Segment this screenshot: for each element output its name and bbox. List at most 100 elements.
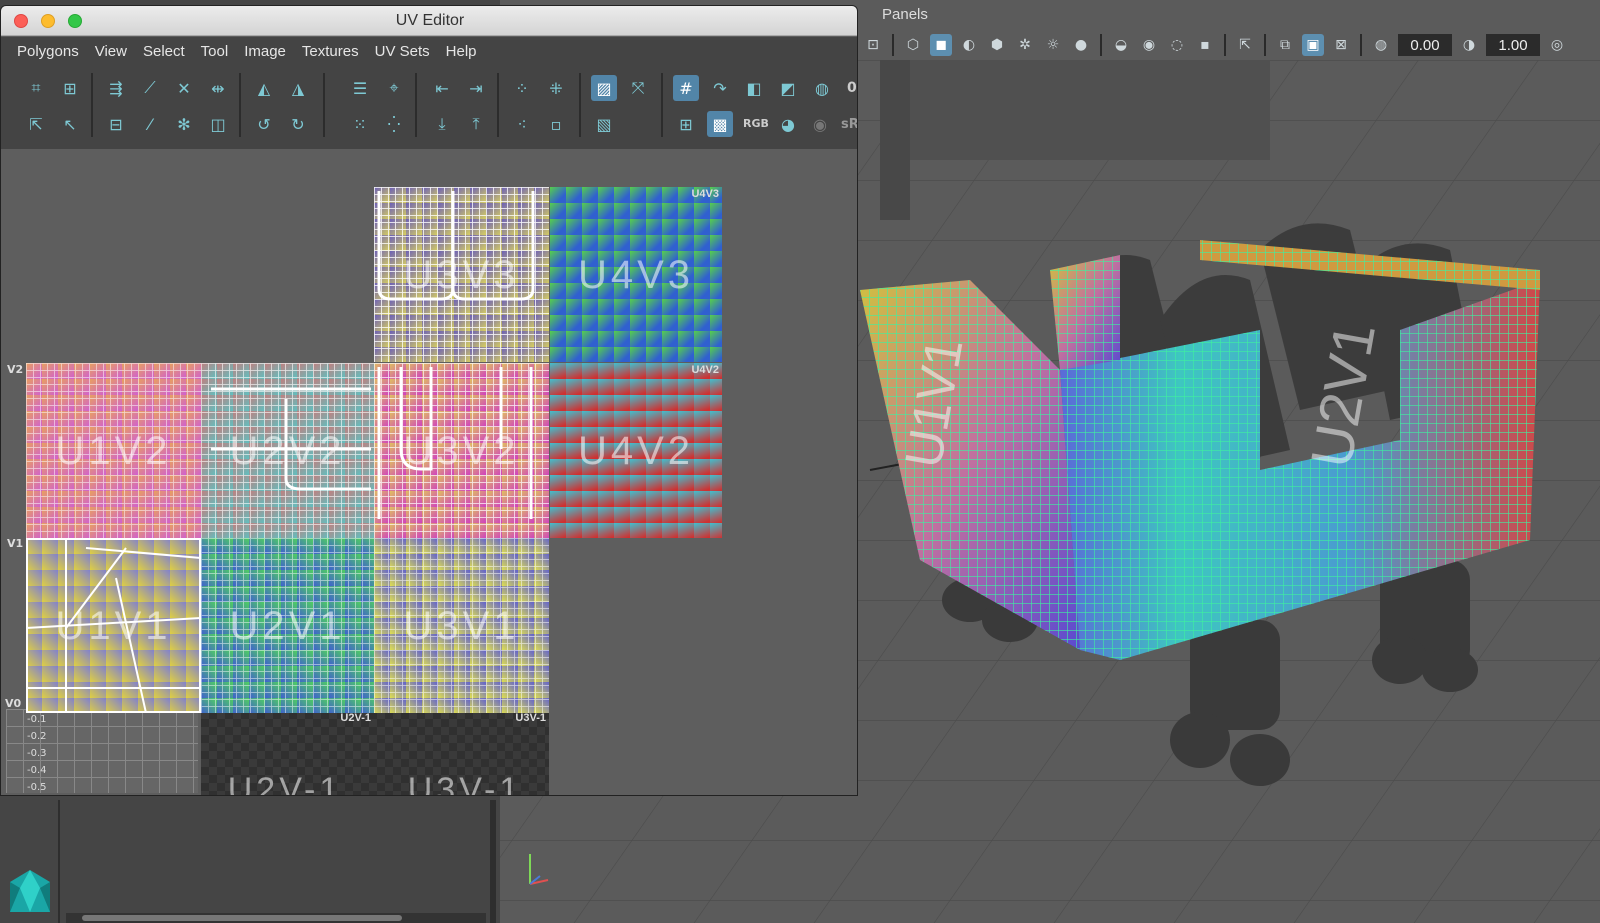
grid-uv-icon[interactable]: ⌖: [381, 75, 407, 101]
unfold-icon[interactable]: ⊟: [103, 111, 129, 137]
toolbar-separator: [579, 73, 581, 137]
align-right-icon[interactable]: ⇥: [463, 75, 489, 101]
menu-help[interactable]: Help: [438, 43, 485, 60]
cut-uv-icon[interactable]: ⟋: [137, 75, 163, 101]
menu-view[interactable]: View: [87, 43, 135, 60]
depth-of-field-icon[interactable]: ▪: [1194, 34, 1216, 56]
flip-u-icon[interactable]: ◭: [251, 75, 277, 101]
align-top-icon[interactable]: ⤒: [463, 111, 489, 137]
sew-uv-icon[interactable]: ⇹: [205, 75, 231, 101]
split-uv-icon[interactable]: ✕: [171, 75, 197, 101]
layout-add-icon[interactable]: ⁜: [543, 75, 569, 101]
grid-display-icon[interactable]: #: [673, 75, 699, 101]
xray-active-icon[interactable]: ▣: [1302, 34, 1324, 56]
textured-icon[interactable]: ⬢: [986, 34, 1008, 56]
viewport-panel-bar: Panels ⊡ ⬡ ◼ ◐ ⬢ ✲ ☼ ● ◒ ◉ ◌ ▪ ⇱ ⧉ ▣ ⊠ ◍…: [860, 4, 1600, 60]
srgb-toggle[interactable]: sR: [841, 117, 857, 132]
alpha-channel-icon[interactable]: ◕: [775, 111, 801, 137]
menu-polygons[interactable]: Polygons: [9, 43, 87, 60]
uv-tile-u3v2: U3V2: [374, 363, 549, 538]
exposure-icon[interactable]: ◍: [1370, 34, 1392, 56]
wireframe-cube-icon[interactable]: ⬡: [902, 34, 924, 56]
layout-remove-icon[interactable]: ▫: [543, 111, 569, 137]
uv-tile-u2v2: U2V2: [201, 363, 374, 538]
image-filter-icon[interactable]: ⤧: [625, 75, 651, 101]
select-tool-icon[interactable]: ⇱: [23, 111, 49, 137]
freeze-icon[interactable]: ✻: [171, 111, 197, 137]
move-uv-icon[interactable]: ⇶: [103, 75, 129, 101]
shadows-icon[interactable]: ●: [1070, 34, 1092, 56]
toolbar-separator: [415, 73, 417, 137]
anti-aliasing-icon[interactable]: ◌: [1166, 34, 1188, 56]
panels-menu[interactable]: Panels: [882, 6, 928, 23]
uv-tile-u2v1: U2V1: [201, 538, 374, 713]
menu-select[interactable]: Select: [135, 43, 193, 60]
grid-toggle-icon[interactable]: ⊞: [673, 111, 699, 137]
motion-blur-icon[interactable]: ◉: [1138, 34, 1160, 56]
rotate-cw-icon[interactable]: ↻: [285, 111, 311, 137]
menu-uv-sets[interactable]: UV Sets: [367, 43, 438, 60]
menu-image[interactable]: Image: [236, 43, 294, 60]
maya-logo-icon: [10, 870, 50, 912]
display-image-icon[interactable]: ▨: [591, 75, 617, 101]
v-axis-label: V0: [5, 697, 22, 710]
ruler-label: -0.4: [27, 765, 47, 776]
xray-icon[interactable]: ⧉: [1274, 34, 1296, 56]
dim-image-icon[interactable]: ▧: [591, 111, 617, 137]
uv-toggle-icon[interactable]: ◉: [807, 111, 833, 137]
toolbar-separator: [1264, 34, 1266, 56]
color-management-icon[interactable]: ◎: [1546, 34, 1568, 56]
toolbar-separator: [661, 73, 663, 137]
toolbar-separator: [323, 73, 325, 137]
v-axis-label: V1: [7, 537, 24, 550]
xray-joints-icon[interactable]: ⊠: [1330, 34, 1352, 56]
straighten-icon[interactable]: ⁙: [347, 111, 373, 137]
window-title: UV Editor: [395, 12, 465, 29]
use-all-lights-icon[interactable]: ✲: [1014, 34, 1036, 56]
menu-textures[interactable]: Textures: [294, 43, 367, 60]
exposure-field[interactable]: 0.00: [1398, 34, 1452, 56]
layout-icon[interactable]: ◫: [205, 111, 231, 137]
uv-tile-u1v1: U1V1: [26, 538, 201, 713]
wireframe-on-shaded-icon[interactable]: ◐: [958, 34, 980, 56]
align-left-icon[interactable]: ⇤: [429, 75, 455, 101]
menu-tool[interactable]: Tool: [193, 43, 237, 60]
distribute-icon[interactable]: ⁘: [509, 75, 535, 101]
rgb-toggle[interactable]: RGB: [743, 117, 769, 130]
uv-toolbar: ⌗ ⊞ ⇶ ⟋ ✕ ⇹ ◭ ◮ ☰ ⌖ ⇤ ⇥ ⁘ ⁜ ▨ ⤧ # ↷ ◧ ◩ …: [1, 65, 857, 149]
shaded-uv-icon[interactable]: ◧: [741, 75, 767, 101]
panel-divider[interactable]: [58, 800, 60, 923]
stack-icon[interactable]: ⁖: [509, 111, 535, 137]
scrollbar-thumb[interactable]: [82, 915, 402, 921]
toolbar-separator: [892, 34, 894, 56]
toolbar-separator: [239, 73, 241, 137]
toolbar-separator: [1100, 34, 1102, 56]
uv-snapshot-icon[interactable]: ⌗: [23, 75, 49, 101]
uv-canvas[interactable]: -0.1 -0.2 -0.3 -0.4 -0.5 U2V-1 U3V-1 U2V…: [1, 149, 857, 795]
align-bottom-icon[interactable]: ⤓: [429, 111, 455, 137]
align-uv-icon[interactable]: ☰: [347, 75, 373, 101]
unitize-icon[interactable]: ⁛: [381, 111, 407, 137]
isolate-select-icon[interactable]: ⇱: [1234, 34, 1256, 56]
distortion-icon[interactable]: ◩: [775, 75, 801, 101]
toolbar-separator: [497, 73, 499, 137]
gamma-field[interactable]: 1.00: [1486, 34, 1540, 56]
select-shell-icon[interactable]: ⊞: [57, 75, 83, 101]
checker-tile-icon[interactable]: ▩: [707, 111, 733, 137]
horizontal-scrollbar[interactable]: [66, 913, 486, 923]
gamma-icon[interactable]: ◑: [1458, 34, 1480, 56]
exposure-uv-icon[interactable]: ◍: [809, 75, 835, 101]
panel-divider[interactable]: [490, 800, 496, 923]
window-titlebar[interactable]: UV Editor: [1, 6, 857, 36]
uv-tile-u3v3: U3V3: [374, 187, 549, 362]
smudge-icon[interactable]: ⁄: [137, 111, 163, 137]
toolbar-separator: [1360, 34, 1362, 56]
light-icon[interactable]: ☼: [1042, 34, 1064, 56]
camera-attribute-icon[interactable]: ⊡: [862, 34, 884, 56]
rotate-ccw-icon[interactable]: ↺: [251, 111, 277, 137]
pointer-icon[interactable]: ↖: [57, 111, 83, 137]
flip-v-icon[interactable]: ◮: [285, 75, 311, 101]
smooth-shade-cube-icon[interactable]: ◼: [930, 34, 952, 56]
pixel-snap-icon[interactable]: ↷: [707, 75, 733, 101]
ambient-occlusion-icon[interactable]: ◒: [1110, 34, 1132, 56]
